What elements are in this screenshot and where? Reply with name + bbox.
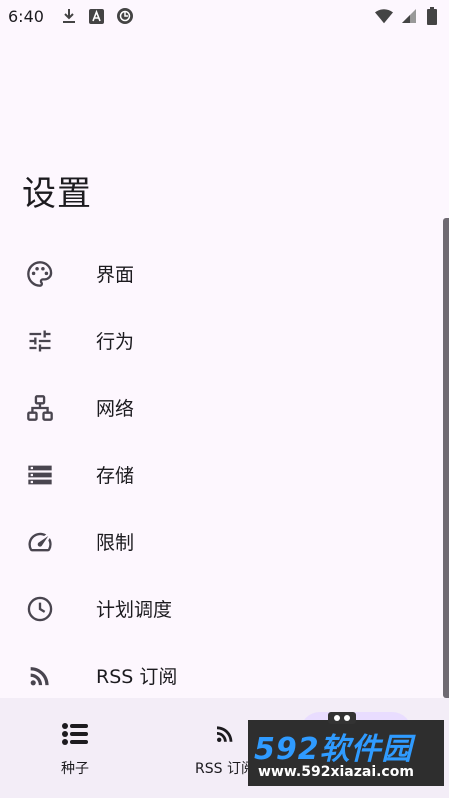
setting-item-behavior[interactable]: 行为 xyxy=(0,307,440,374)
setting-item-scheduler[interactable]: 计划调度 xyxy=(0,575,440,642)
setting-label: 网络 xyxy=(96,398,135,420)
storage-icon xyxy=(26,461,54,489)
rss-icon xyxy=(213,720,237,748)
download-icon xyxy=(60,7,78,25)
setting-label: 计划调度 xyxy=(96,599,173,621)
network-icon xyxy=(26,394,54,422)
rss-icon xyxy=(26,662,54,690)
watermark-url: www.592xiazai.com xyxy=(258,764,414,780)
setting-label: 行为 xyxy=(96,331,135,353)
settings-list: 界面 行为 网络 存储 限制 计划调度 RSS 订阅 xyxy=(0,240,440,709)
status-time: 6:40 xyxy=(8,6,44,26)
setting-label: 界面 xyxy=(96,264,135,286)
page-title: 设置 xyxy=(22,174,92,214)
status-bar: 6:40 xyxy=(0,0,449,32)
wifi-icon xyxy=(375,7,393,25)
clock-icon xyxy=(26,595,54,623)
setting-item-storage[interactable]: 存储 xyxy=(0,441,440,508)
setting-label: 存储 xyxy=(96,465,135,487)
setting-item-network[interactable]: 网络 xyxy=(0,374,440,441)
setting-item-interface[interactable]: 界面 xyxy=(0,240,440,307)
setting-item-limits[interactable]: 限制 xyxy=(0,508,440,575)
setting-label: RSS 订阅 xyxy=(96,666,178,688)
app-circle-icon xyxy=(116,7,134,25)
scrollbar[interactable] xyxy=(443,218,449,698)
list-icon xyxy=(62,720,88,748)
cell-signal-icon xyxy=(399,7,417,25)
mascot-icon xyxy=(328,712,356,724)
nav-label-torrents: 种子 xyxy=(61,761,89,777)
watermark-banner: 592软件园 www.592xiazai.com xyxy=(248,720,444,786)
battery-icon xyxy=(423,7,441,25)
status-right xyxy=(375,7,441,25)
tune-icon xyxy=(26,327,54,355)
nav-label-rss: RSS 订阅 xyxy=(195,761,255,777)
watermark-brand: 592软件园 xyxy=(254,732,413,767)
settings-screen: 6:40 设置 界面 行为 网络 存储 限制 计划调度 RSS 订阅 种子 RS… xyxy=(0,0,449,798)
status-left: 6:40 xyxy=(8,7,134,26)
nav-item-torrents[interactable]: 种子 xyxy=(35,698,115,798)
speedometer-icon xyxy=(26,528,54,556)
setting-label: 限制 xyxy=(96,532,135,554)
font-a-icon xyxy=(88,7,106,25)
palette-icon xyxy=(26,260,54,288)
